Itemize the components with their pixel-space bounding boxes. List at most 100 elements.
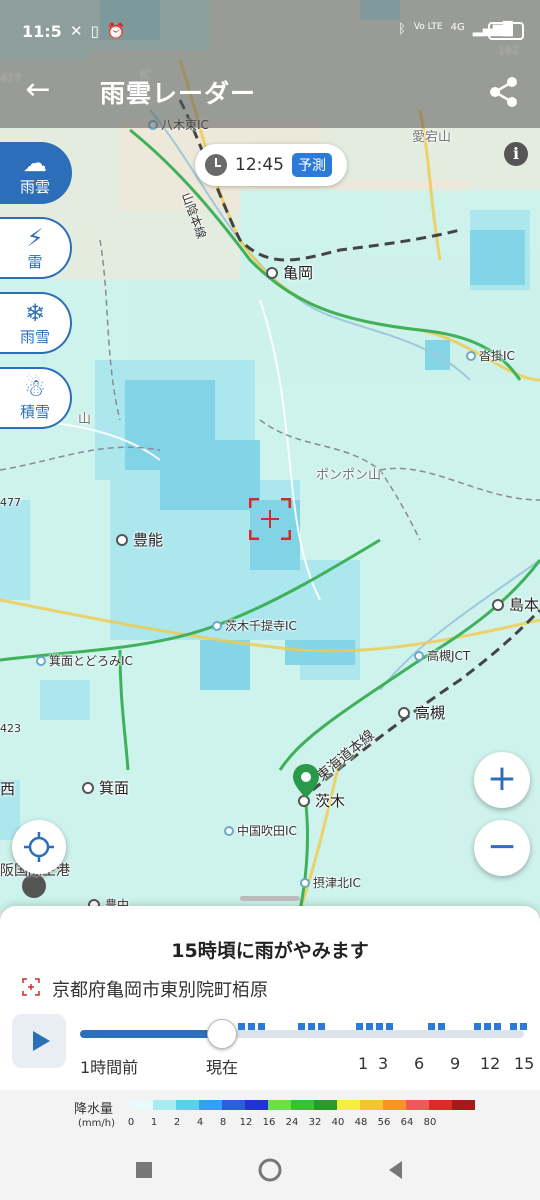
city-dot: [82, 781, 94, 794]
precipitation-legend: 降水量 (mm/h) 0 1 2 4 8 12 16 24 32 40 48 56 64 80: [0, 1090, 540, 1140]
cloud-rain-icon: ☁: [23, 148, 47, 177]
volte-icon: Vo LTE: [413, 22, 443, 32]
city-dot: [266, 266, 278, 279]
layer-label: 積雪: [19, 402, 50, 421]
timeline-label-h9: 9: [450, 1054, 461, 1073]
city-dot: [492, 598, 504, 611]
legend-swatch: [153, 1100, 176, 1110]
layer-snow-depth-button[interactable]: ☃ 積雪: [0, 367, 72, 429]
timeline-label-before: 1時間前: [80, 1058, 139, 1077]
back-nav-button[interactable]: [384, 1158, 408, 1182]
legend-title: 降水量: [74, 1102, 114, 1117]
timeline-label-now: 現在: [206, 1058, 239, 1077]
legend-swatch: [176, 1100, 199, 1110]
legend-swatch: [406, 1100, 429, 1110]
share-icon[interactable]: [484, 72, 524, 112]
info-icon[interactable]: i: [504, 142, 528, 166]
rain-tick: [356, 1023, 363, 1030]
layer-rain-button[interactable]: ☁ 雨雲: [0, 142, 72, 204]
layer-label: 雷: [27, 252, 43, 271]
place-shimamoto: 島本: [492, 594, 539, 615]
snowman-icon: ☃: [24, 373, 46, 402]
mute-icon: ✕: [70, 22, 83, 40]
rain-tick: [318, 1023, 325, 1030]
status-bar: 11:5 ✕ ▯ ⏰ ᛒ Vo LTE 4G ▂▄▆█ 81: [0, 0, 540, 56]
route-423: 423: [0, 722, 21, 735]
ic-dot: [466, 350, 476, 361]
map-canvas: [0, 0, 540, 910]
mountain-atago: 愛宕山: [412, 130, 452, 145]
rain-forecast-message: 15時頃に雨がやみます: [171, 940, 369, 962]
alarm-icon: ⏰: [106, 22, 126, 40]
timeline-slider[interactable]: [80, 1030, 524, 1038]
layer-label: 雨雲: [19, 177, 50, 196]
route-477-mid: 477: [0, 496, 21, 509]
play-button[interactable]: [12, 1014, 66, 1068]
rain-tick: [386, 1023, 393, 1030]
time-selector[interactable]: 12:45 予測: [195, 144, 347, 186]
forecast-time: 12:45: [235, 155, 284, 175]
legend-swatch: [222, 1100, 245, 1110]
zoom-in-button[interactable]: +: [474, 752, 530, 808]
rain-tick: [510, 1023, 517, 1030]
rain-tick: [248, 1023, 255, 1030]
timeline-progress: [80, 1030, 223, 1038]
place-kameoka: 亀岡: [266, 262, 313, 283]
rain-tick: [494, 1023, 501, 1030]
legend-value: 24: [285, 1117, 299, 1128]
location-address: 京都府亀岡市東別院町栢原: [52, 980, 268, 1001]
layer-thunder-button[interactable]: ⚡ 雷: [0, 217, 72, 279]
legend-swatch: [199, 1100, 222, 1110]
timeline-label-h12: 12: [480, 1054, 501, 1073]
ic-settsu-kita: 摂津北IC: [300, 874, 361, 891]
legend-swatch: [383, 1100, 406, 1110]
legend-value: 16: [262, 1117, 276, 1128]
ic-takatsuki-jct: 高槻JCT: [414, 647, 470, 664]
panel-drag-handle[interactable]: [240, 896, 300, 901]
legend-unit: (mm/h): [78, 1118, 115, 1129]
legend-value: 2: [173, 1117, 181, 1128]
forecast-panel: 15時頃に雨がやみます 京都府亀岡市東別院町栢原 1時間前 現在 1 3 6 9 12 15: [0, 906, 540, 1106]
rain-tick: [484, 1023, 491, 1030]
ic-dot: [414, 650, 424, 661]
layer-sleet-button[interactable]: ❄ 雨雪: [0, 292, 72, 354]
legend-swatch: [314, 1100, 337, 1110]
place-nishi: 西: [0, 780, 16, 798]
legend-swatch: [245, 1100, 268, 1110]
ic-dot: [212, 620, 222, 631]
current-location-button[interactable]: [12, 820, 66, 874]
legend-value: 48: [354, 1117, 368, 1128]
rain-tick: [428, 1023, 435, 1030]
rain-tick: [238, 1023, 245, 1030]
legend-swatch: [291, 1100, 314, 1110]
mountain-ponpon: ポンポン山: [316, 468, 382, 483]
radar-map[interactable]: 亀岡 豊能 箕面 茨木 高槻 島本 西 八木東IC IC 沓掛IC 茨木千提寺I…: [0, 0, 540, 910]
back-button[interactable]: ←: [18, 72, 58, 112]
legend-value: 8: [219, 1117, 227, 1128]
target-crosshair: [249, 498, 291, 540]
rain-tick: [258, 1023, 265, 1030]
rain-tick: [520, 1023, 527, 1030]
legend-value: 0: [127, 1117, 135, 1128]
timeline-label-h3: 3: [378, 1054, 389, 1073]
location-pin-icon[interactable]: [293, 764, 319, 798]
legend-swatch: [268, 1100, 291, 1110]
ic-dot: [224, 825, 234, 836]
ic-dot: [300, 877, 310, 888]
legend-swatch: [337, 1100, 360, 1110]
recents-button[interactable]: [132, 1158, 156, 1182]
legend-swatch: [452, 1100, 475, 1110]
legend-value: 12: [239, 1117, 253, 1128]
ic-ibaraki-senteiji: 茨木千提寺IC: [212, 617, 297, 634]
rain-tick: [438, 1023, 445, 1030]
legend-value: 80: [423, 1117, 437, 1128]
timeline-handle[interactable]: [207, 1019, 238, 1049]
home-button[interactable]: [258, 1158, 282, 1182]
legend-swatch: [130, 1100, 153, 1110]
city-dot: [116, 533, 128, 546]
timeline-label-h15: 15: [514, 1054, 535, 1073]
zoom-out-button[interactable]: −: [474, 820, 530, 876]
page-title: 雨雲レーダー: [100, 79, 257, 108]
ic-mino-todoromi: 箕面とどろみIC: [36, 652, 133, 669]
place-takatsuki: 高槻: [398, 702, 445, 723]
